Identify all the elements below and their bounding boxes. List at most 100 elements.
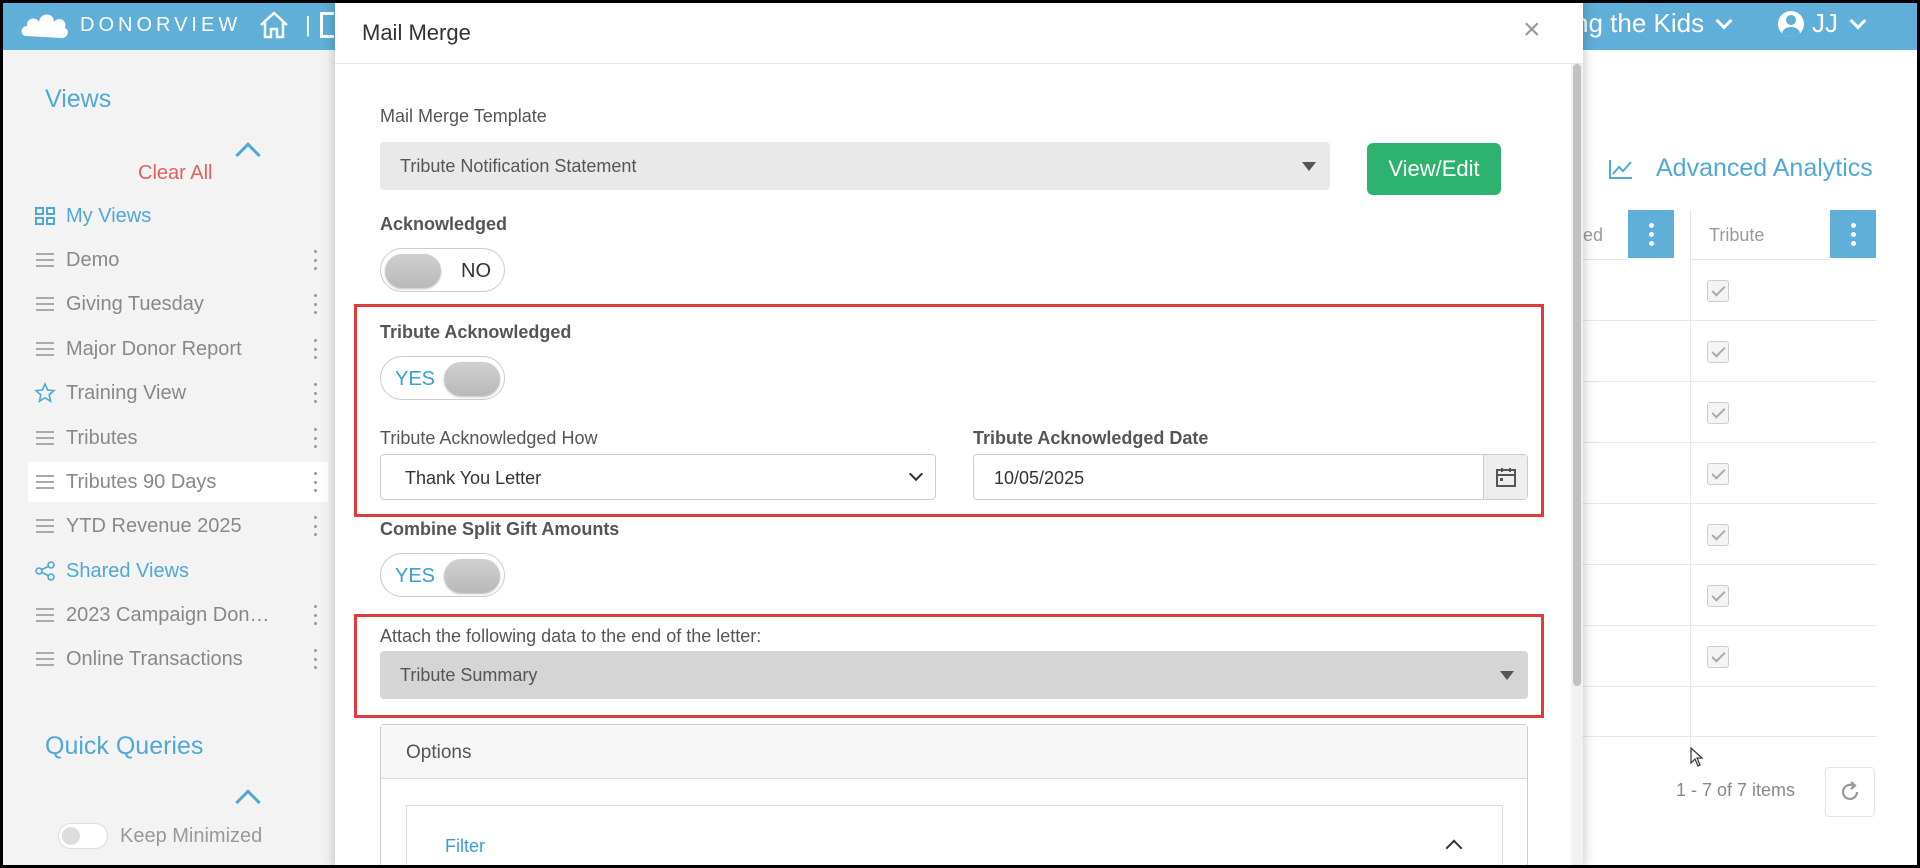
sidebar-item-giving-tuesday[interactable]: Giving Tuesday — [28, 284, 328, 324]
sidebar-item-label: YTD Revenue 2025 — [66, 514, 242, 537]
drag-handle-icon[interactable] — [36, 297, 54, 311]
tribute-checkbox — [1707, 524, 1729, 546]
table-row-empty — [1583, 687, 1877, 748]
sidebar-item-2023-campaign[interactable]: 2023 Campaign Don… — [28, 595, 328, 635]
kebab-menu-icon[interactable] — [314, 339, 318, 359]
column-header-tribute[interactable]: Tribute — [1690, 210, 1830, 260]
kebab-menu-icon[interactable] — [314, 649, 318, 669]
ack-how-select[interactable]: Thank You Letter — [380, 454, 936, 500]
user-menu[interactable]: JJ — [1778, 8, 1867, 39]
line-chart-icon — [1609, 159, 1632, 179]
scrollbar-thumb[interactable] — [1573, 64, 1581, 686]
shared-views-link[interactable]: Shared Views — [28, 551, 328, 591]
sidebar-item-ytd-revenue-2025[interactable]: YTD Revenue 2025 — [28, 506, 328, 546]
shared-views-label: Shared Views — [66, 559, 190, 582]
keep-minimized-label: Keep Minimized — [120, 824, 263, 847]
column-menu-button[interactable] — [1628, 210, 1674, 258]
sidebar-item-training-view[interactable]: Training View — [28, 373, 328, 413]
mail-merge-modal: Mail Merge × Mail Merge Template Tribute… — [335, 0, 1583, 868]
toggle-switch[interactable] — [58, 823, 108, 849]
sidebar-item-tributes[interactable]: Tributes — [28, 418, 328, 458]
organization-name: ng the Kids — [1574, 8, 1705, 38]
table-row[interactable] — [1583, 260, 1877, 321]
clear-all-link[interactable]: Clear All — [138, 162, 212, 185]
attach-data-select[interactable]: Tribute Summary — [380, 651, 1528, 699]
table-row[interactable] — [1583, 382, 1877, 443]
kebab-menu-icon[interactable] — [314, 250, 318, 270]
template-select[interactable]: Tribute Notification Statement — [380, 142, 1330, 190]
drag-handle-icon[interactable] — [36, 652, 54, 666]
tribute-checkbox — [1707, 463, 1729, 485]
home-icon[interactable] — [258, 10, 290, 40]
kebab-menu-icon[interactable] — [314, 294, 318, 314]
toggle-knob — [444, 362, 500, 396]
view-edit-button[interactable]: View/Edit — [1367, 143, 1501, 195]
ack-date-label: Tribute Acknowledged Date — [973, 428, 1209, 448]
tribute-acknowledged-toggle[interactable]: YES — [380, 356, 505, 400]
acknowledged-toggle[interactable]: NO — [380, 248, 505, 292]
organization-menu[interactable]: ng the Kids — [1574, 8, 1733, 39]
column-header-partial[interactable]: ed — [1583, 210, 1627, 260]
donorview-logo[interactable]: DONORVIEW — [20, 8, 241, 42]
table-row[interactable] — [1583, 504, 1877, 565]
user-initials: JJ — [1812, 8, 1838, 38]
monitor-icon[interactable] — [320, 12, 334, 38]
kebab-menu-icon[interactable] — [314, 605, 318, 625]
brand-name: DONORVIEW — [80, 13, 242, 36]
kebab-menu-icon[interactable] — [314, 516, 318, 536]
combine-split-toggle[interactable]: YES — [380, 553, 505, 597]
modal-scrollbar[interactable] — [1571, 64, 1583, 868]
table-row[interactable] — [1583, 443, 1877, 504]
quick-queries-heading[interactable]: Quick Queries — [45, 732, 203, 761]
drag-handle-icon[interactable] — [36, 431, 54, 445]
frame-border — [0, 0, 1920, 3]
kebab-menu-icon[interactable] — [314, 383, 318, 403]
ack-date-input[interactable]: 10/05/2025 — [973, 454, 1528, 500]
drag-handle-icon[interactable] — [36, 608, 54, 622]
advanced-analytics-link[interactable]: Advanced Analytics — [1608, 154, 1873, 183]
modal-header: Mail Merge × — [335, 0, 1583, 64]
tribute-checkbox — [1707, 341, 1729, 363]
sidebar-item-demo[interactable]: Demo — [28, 240, 328, 280]
mouse-cursor-icon — [1690, 747, 1704, 767]
chevron-up-icon[interactable] — [235, 789, 261, 815]
close-icon[interactable]: × — [1523, 15, 1541, 45]
drag-handle-icon[interactable] — [36, 342, 54, 356]
pager-info: 1 - 7 of 7 items — [1676, 780, 1796, 800]
table-row[interactable] — [1583, 321, 1877, 382]
caret-down-icon — [1302, 162, 1316, 171]
my-views-label: My Views — [66, 204, 152, 227]
chevron-up-icon[interactable] — [235, 142, 261, 168]
chevron-up-icon[interactable] — [1445, 839, 1463, 857]
acknowledged-label: Acknowledged — [380, 214, 508, 234]
drag-handle-icon[interactable] — [36, 475, 54, 489]
keep-minimized-toggle[interactable]: Keep Minimized — [58, 823, 262, 849]
filter-label[interactable]: Filter — [445, 836, 485, 857]
template-label: Mail Merge Template — [380, 106, 547, 126]
sidebar-item-major-donor-report[interactable]: Major Donor Report — [28, 329, 328, 369]
table-row[interactable] — [1583, 565, 1877, 626]
kebab-menu-icon[interactable] — [314, 428, 318, 448]
column-menu-button[interactable] — [1830, 210, 1876, 258]
chevron-down-icon — [1715, 12, 1733, 29]
refresh-button[interactable] — [1825, 767, 1875, 817]
sidebar-item-label: Training View — [66, 381, 187, 404]
kebab-menu-icon[interactable] — [314, 472, 318, 492]
drag-handle-icon[interactable] — [36, 253, 54, 267]
toggle-knob — [385, 254, 441, 288]
ack-date-value: 10/05/2025 — [994, 468, 1085, 488]
attach-data-value: Tribute Summary — [400, 665, 538, 685]
sidebar-item-tributes-90-days[interactable]: Tributes 90 Days — [28, 462, 328, 502]
table-row[interactable] — [1583, 626, 1877, 687]
my-views-link[interactable]: My Views — [28, 196, 328, 236]
sidebar-item-online-transactions[interactable]: Online Transactions — [28, 639, 328, 679]
grid-body — [1583, 260, 1877, 748]
filter-section[interactable]: Filter — [406, 805, 1503, 868]
drag-handle-icon[interactable] — [36, 519, 54, 533]
calendar-button[interactable] — [1483, 455, 1527, 499]
tribute-acknowledged-label: Tribute Acknowledged — [380, 322, 572, 342]
views-heading[interactable]: Views — [45, 85, 111, 114]
calendar-icon — [1495, 468, 1516, 487]
star-icon[interactable] — [34, 382, 56, 404]
sidebar-item-label: Demo — [66, 248, 120, 271]
